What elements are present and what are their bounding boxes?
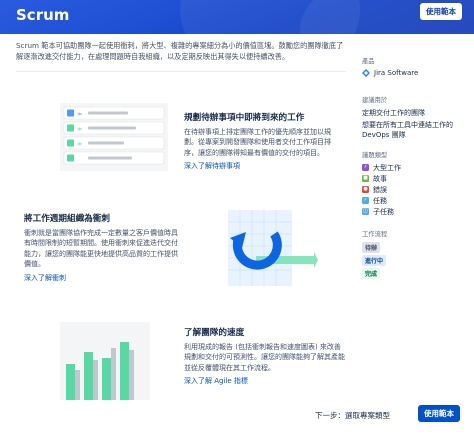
recommended-label: 建議用於 xyxy=(362,97,388,104)
page-title: Scrum xyxy=(16,6,70,24)
velocity-chart-illustration xyxy=(60,322,150,400)
status-badge-in-progress: 進行中 xyxy=(362,255,387,266)
subtask-icon: ◫ xyxy=(362,208,369,215)
section-title: 了解團隊的速度 xyxy=(184,328,245,338)
use-template-footer-button[interactable]: 使用範本 xyxy=(418,405,460,422)
learn-sprints-link[interactable]: 深入了解衝刺 xyxy=(24,273,66,283)
bug-icon: ● xyxy=(362,186,369,193)
issue-type-story: ■ 故事 xyxy=(362,173,470,184)
section-body: 衝刺就是當團隊協作完成一定數量之客戶價值時具有時間限制的短暫期間。使用衝刺來促進… xyxy=(24,229,178,269)
backlog-illustration: ≫ ≫ ≫ xyxy=(60,103,168,171)
workflow-label: 工作流程 xyxy=(362,231,388,238)
svg-text:≫: ≫ xyxy=(77,112,82,118)
section-body: 利用現成的報告 (包括衝刺報告和速度圖表) 來改善規劃和交付的可預測性。讓您的團… xyxy=(184,343,345,372)
section-title: 規劃待辦事項中即將到來的工作 xyxy=(184,113,305,123)
issue-type-label: 子任務 xyxy=(373,207,394,216)
sprint-illustration xyxy=(228,210,318,286)
product-name: Jira Software xyxy=(374,69,419,77)
epic-icon: ⚡ xyxy=(362,164,369,171)
issue-type-bug: ● 錯誤 xyxy=(362,184,470,195)
learn-agile-metrics-link[interactable]: 深入了解 Agile 指標 xyxy=(184,376,248,386)
issue-type-label: 大型工作 xyxy=(373,163,401,172)
use-template-header-button[interactable]: 使用範本 xyxy=(420,3,462,20)
section-sprints: 將工作週期組織為衝刺 衝刺就是當團隊協作完成一定數量之客戶價值時具有時間限制的短… xyxy=(24,212,180,283)
template-header: Scrum 使用範本 xyxy=(0,0,474,34)
svg-text:≫: ≫ xyxy=(77,127,82,133)
issue-type-label: 故事 xyxy=(373,174,387,183)
template-details-sidebar: 產品 Jira Software 建議用於 定期交付工作的團隊 想要在所有工具中… xyxy=(362,40,470,279)
status-badge-todo: 待辦 xyxy=(362,242,381,253)
template-description: Scrum 範本可協助團隊一起使用衝刺，將大型、複雜的專案細分為小的價值區塊。鼓… xyxy=(16,41,344,61)
learn-backlog-link[interactable]: 深入了解待辦事項 xyxy=(184,161,240,171)
recommended-item: 想要在所有工具中連結工作的 DevOps 團隊 xyxy=(362,121,453,139)
workflow-statuses: 待辦 進行中 完成 xyxy=(362,240,470,279)
jira-software-icon xyxy=(362,69,370,77)
issue-types-list: ⚡ 大型工作 ■ 故事 ● 錯誤 ✓ 任務 ◫ 子任務 xyxy=(362,162,470,217)
issue-type-subtask: ◫ 子任務 xyxy=(362,206,470,217)
svg-text:≫: ≫ xyxy=(77,142,82,148)
issue-type-label: 任務 xyxy=(373,196,387,205)
section-body: 在待辦事項上排定團隊工作的優先順序並加以規劃。從專案到開發團隊和使用者交付工作項… xyxy=(184,128,331,157)
recommended-item: 定期交付工作的團隊 xyxy=(362,109,425,117)
section-title: 將工作週期組織為衝刺 xyxy=(24,214,110,224)
story-icon: ■ xyxy=(362,175,369,182)
product-item: Jira Software xyxy=(362,69,470,77)
next-step-label: 下一步：選取專案類型 xyxy=(315,411,390,420)
task-icon: ✓ xyxy=(362,197,369,204)
status-badge-done: 完成 xyxy=(362,268,381,279)
section-backlog: 規劃待辦事項中即將到來的工作 在待辦事項上排定團隊工作的優先順序並加以規劃。從專… xyxy=(184,111,344,171)
issue-type-epic: ⚡ 大型工作 xyxy=(362,162,470,173)
issue-types-label: 議題類型 xyxy=(362,152,388,159)
divider xyxy=(16,71,346,72)
section-velocity: 了解團隊的速度 利用現成的報告 (包括衝刺報告和速度圖表) 來改善規劃和交付的可… xyxy=(184,326,346,386)
product-label: 產品 xyxy=(362,58,375,65)
issue-type-task: ✓ 任務 xyxy=(362,195,470,206)
issue-type-label: 錯誤 xyxy=(373,185,387,194)
